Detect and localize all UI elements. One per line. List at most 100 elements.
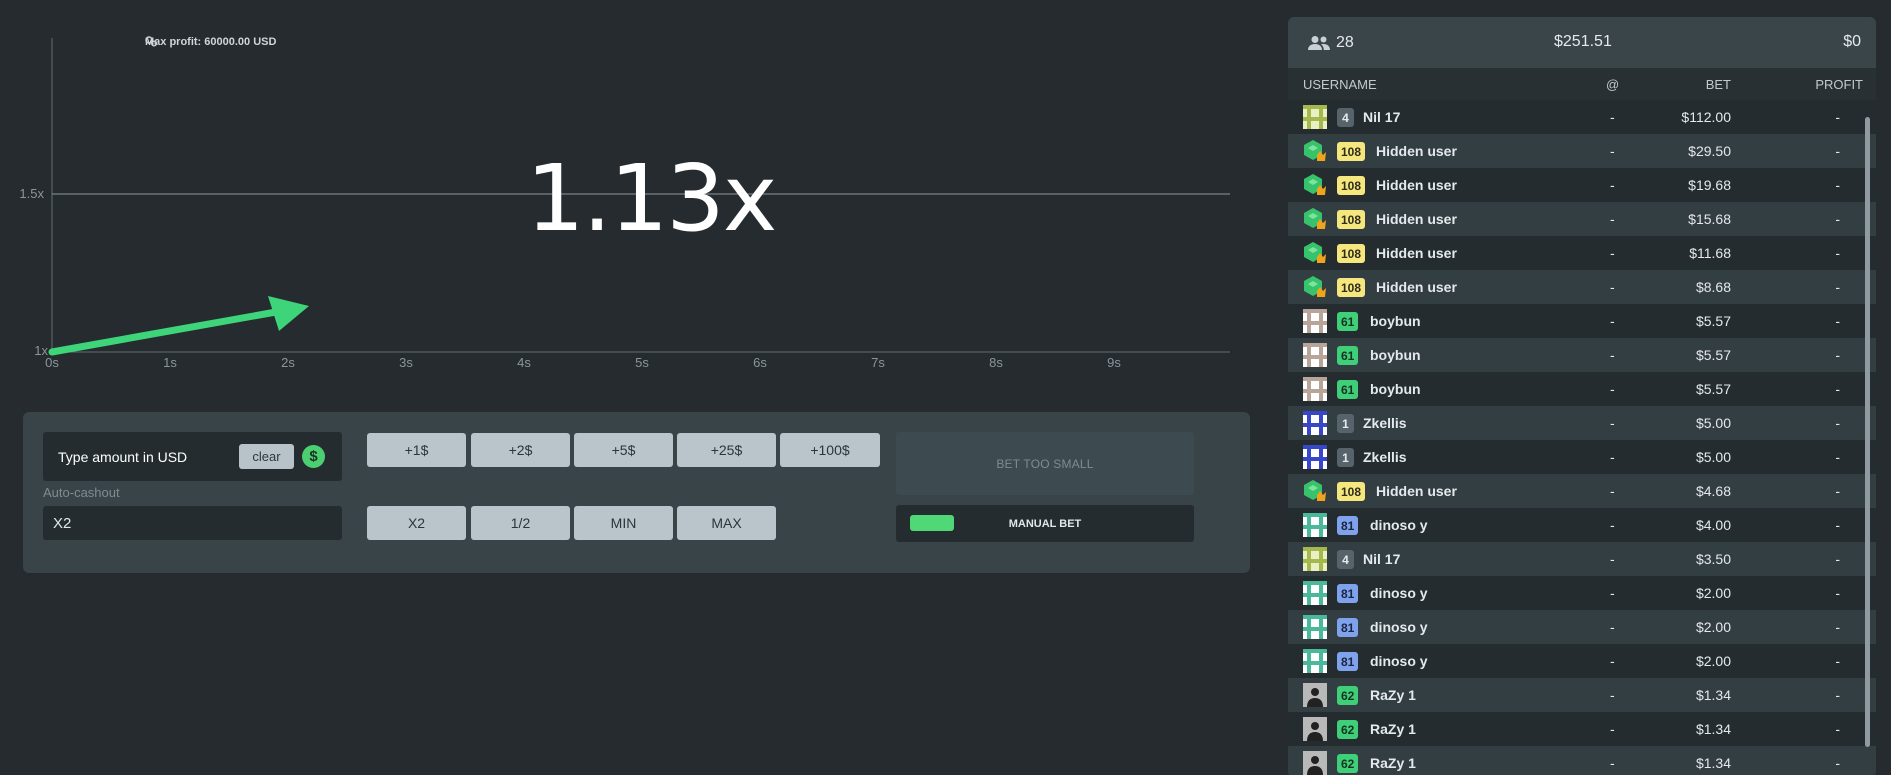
username[interactable]: boybun [1370, 347, 1421, 363]
avatar[interactable] [1303, 105, 1327, 129]
player-row[interactable]: 61 boybun - $5.57 - [1288, 304, 1876, 338]
avatar[interactable] [1303, 479, 1327, 503]
username[interactable]: boybun [1370, 313, 1421, 329]
max-profit-label: Max profit: 60000.00 USD [145, 36, 276, 48]
bet-amount: $8.68 [1695, 279, 1731, 295]
player-row[interactable]: 1 Zkellis - $5.00 - [1288, 440, 1876, 474]
bet-amount: $1.34 [1695, 687, 1731, 703]
player-row[interactable]: 81 dinoso y - $2.00 - [1288, 644, 1876, 678]
avatar[interactable] [1303, 241, 1327, 265]
player-row[interactable]: 108 Hidden user - $15.68 - [1288, 202, 1876, 236]
profit-amount: - [1835, 347, 1840, 363]
dollar-icon[interactable]: $ [302, 445, 325, 468]
username[interactable]: Hidden user [1376, 177, 1457, 193]
username[interactable]: Hidden user [1376, 143, 1457, 159]
username[interactable]: dinoso y [1370, 517, 1428, 533]
player-row[interactable]: 61 boybun - $5.57 - [1288, 372, 1876, 406]
clear-button[interactable]: clear [239, 444, 294, 469]
player-row[interactable]: 62 RaZy 1 - $1.34 - [1288, 678, 1876, 712]
username[interactable]: Hidden user [1376, 211, 1457, 227]
cashout-at: - [1610, 177, 1615, 193]
profit-amount: - [1835, 143, 1840, 159]
profit-amount: - [1835, 721, 1840, 737]
bet-amount: $4.00 [1695, 517, 1731, 533]
username[interactable]: dinoso y [1370, 585, 1428, 601]
bet-amount: $5.57 [1695, 347, 1731, 363]
player-row[interactable]: 81 dinoso y - $2.00 - [1288, 610, 1876, 644]
username[interactable]: boybun [1370, 381, 1421, 397]
player-row[interactable]: 81 dinoso y - $4.00 - [1288, 508, 1876, 542]
player-row[interactable]: 108 Hidden user - $19.68 - [1288, 168, 1876, 202]
players-summary: 28 $251.51 $0 [1288, 17, 1876, 68]
avatar[interactable] [1303, 411, 1327, 435]
avatar[interactable] [1303, 377, 1327, 401]
bet-amount: $11.68 [1689, 245, 1731, 261]
players-table-header: USERNAME @ BET PROFIT [1288, 68, 1876, 100]
avatar[interactable] [1303, 343, 1327, 367]
level-badge: 1 [1337, 414, 1354, 433]
profit-amount: - [1835, 279, 1840, 295]
player-row[interactable]: 61 boybun - $5.57 - [1288, 338, 1876, 372]
cashout-at: - [1610, 721, 1615, 737]
x-tick-labels: 0s 1s 2s 3s 4s 5s 6s 7s 8s 9s [45, 355, 1121, 370]
manual-bet-bar[interactable]: MANUAL BET [896, 505, 1194, 542]
avatar[interactable] [1303, 581, 1327, 605]
place-bet-button[interactable]: BET TOO SMALL [896, 432, 1194, 495]
double-button[interactable]: X2 [367, 506, 466, 540]
player-row[interactable]: 108 Hidden user - $11.68 - [1288, 236, 1876, 270]
add-1-button[interactable]: +1$ [367, 433, 466, 467]
username[interactable]: Zkellis [1363, 449, 1407, 465]
max-button[interactable]: MAX [677, 506, 776, 540]
level-badge: 81 [1337, 618, 1359, 637]
avatar[interactable] [1303, 445, 1327, 469]
add-25-button[interactable]: +25$ [677, 433, 776, 467]
username[interactable]: Hidden user [1376, 245, 1457, 261]
player-row[interactable]: 4 Nil 17 - $3.50 - [1288, 542, 1876, 576]
avatar[interactable] [1303, 139, 1327, 163]
avatar[interactable] [1303, 683, 1327, 707]
add-5-button[interactable]: +5$ [574, 433, 673, 467]
cashout-at: - [1610, 585, 1615, 601]
player-row[interactable]: 62 RaZy 1 - $1.34 - [1288, 712, 1876, 746]
avatar[interactable] [1303, 513, 1327, 537]
username[interactable]: dinoso y [1370, 653, 1428, 669]
username[interactable]: Nil 17 [1363, 551, 1400, 567]
level-badge: 108 [1337, 210, 1366, 229]
avatar[interactable] [1303, 649, 1327, 673]
player-row[interactable]: 108 Hidden user - $8.68 - [1288, 270, 1876, 304]
players-scrollbar[interactable] [1865, 117, 1870, 747]
add-2-button[interactable]: +2$ [471, 433, 570, 467]
avatar[interactable] [1303, 173, 1327, 197]
username[interactable]: Nil 17 [1363, 109, 1400, 125]
bet-amount-input[interactable]: Type amount in USD clear $ [43, 432, 342, 481]
avatar[interactable] [1303, 207, 1327, 231]
half-button[interactable]: 1/2 [471, 506, 570, 540]
auto-cashout-input[interactable]: X2 [43, 506, 342, 540]
add-100-button[interactable]: +100$ [780, 433, 880, 467]
avatar[interactable] [1303, 751, 1327, 775]
username[interactable]: Hidden user [1376, 483, 1457, 499]
avatar[interactable] [1303, 717, 1327, 741]
player-row[interactable]: 81 dinoso y - $2.00 - [1288, 576, 1876, 610]
username[interactable]: Hidden user [1376, 279, 1457, 295]
bet-amount: $15.68 [1688, 211, 1731, 227]
x-tick-label: 8s [989, 355, 1003, 370]
username[interactable]: RaZy 1 [1370, 755, 1416, 771]
player-row[interactable]: 108 Hidden user - $4.68 - [1288, 474, 1876, 508]
username[interactable]: RaZy 1 [1370, 687, 1416, 703]
min-button[interactable]: MIN [574, 506, 673, 540]
username[interactable]: Zkellis [1363, 415, 1407, 431]
avatar[interactable] [1303, 615, 1327, 639]
username[interactable]: RaZy 1 [1370, 721, 1416, 737]
player-row[interactable]: 108 Hidden user - $29.50 - [1288, 134, 1876, 168]
username[interactable]: dinoso y [1370, 619, 1428, 635]
player-row[interactable]: 62 RaZy 1 - $1.34 - [1288, 746, 1876, 775]
avatar[interactable] [1303, 275, 1327, 299]
players-table-body: 4 Nil 17- $112.00- 108 Hidden user - $29.50 - 10… [1288, 100, 1876, 775]
bet-amount: $29.50 [1688, 143, 1731, 159]
avatar[interactable] [1303, 547, 1327, 571]
player-row[interactable]: 4 Nil 17 - $112.00 - [1288, 100, 1876, 134]
player-row[interactable]: 1 Zkellis - $5.00 - [1288, 406, 1876, 440]
avatar[interactable] [1303, 309, 1327, 333]
users-gear-icon [145, 36, 157, 47]
